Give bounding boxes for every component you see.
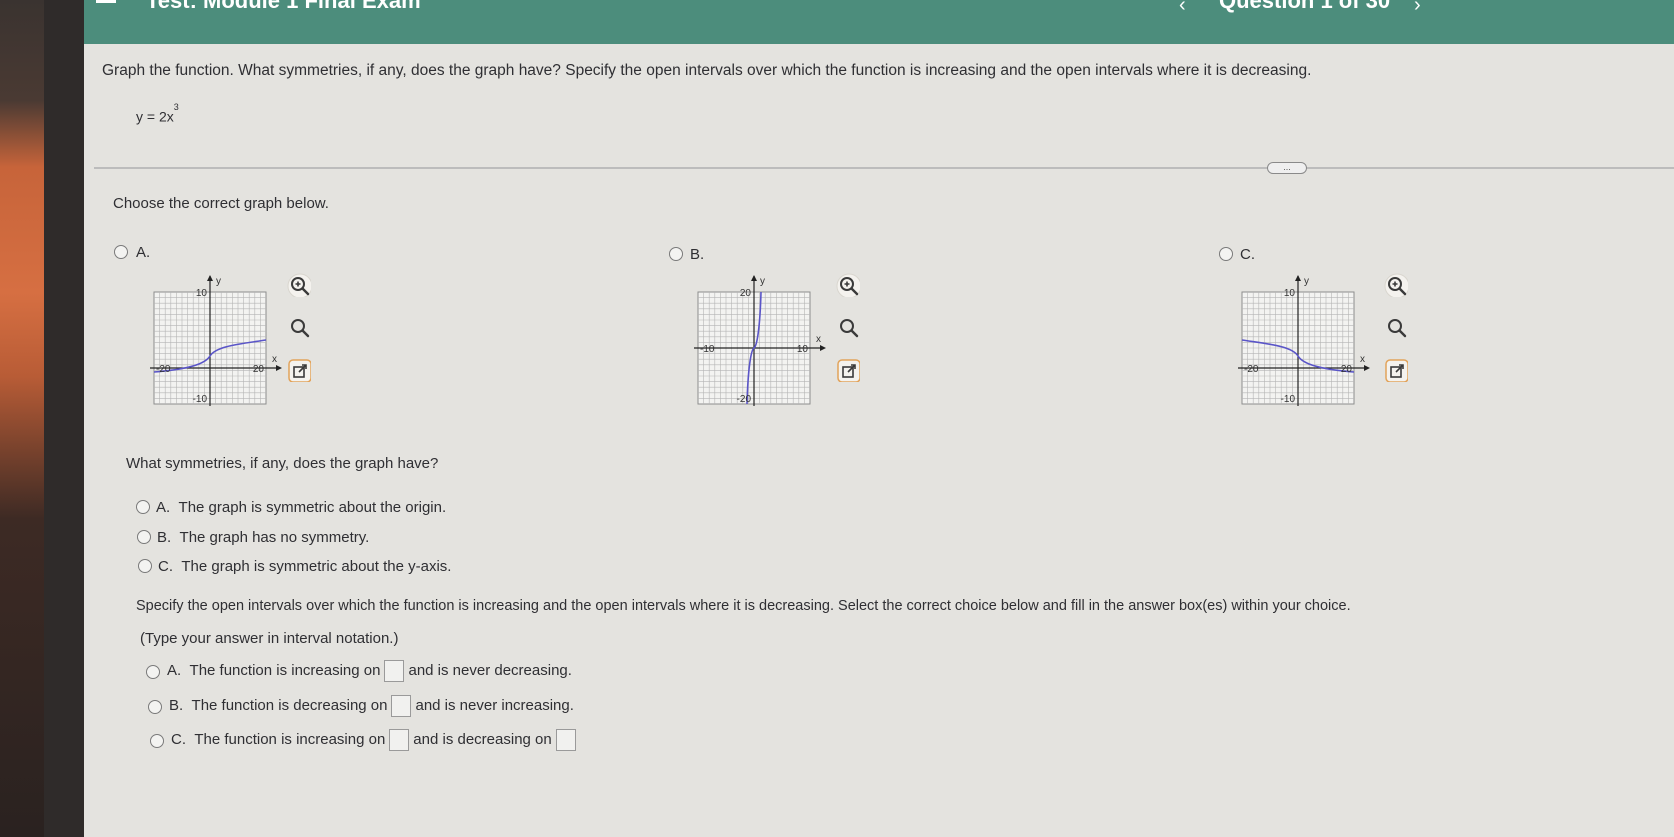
y-max-label: 20: [740, 288, 752, 299]
interval-option-b: B. The function is decreasing on and is n…: [169, 695, 574, 717]
interval-middle-c: and is decreasing on: [413, 730, 552, 748]
interval-letter-a: A.: [167, 661, 182, 679]
symmetry-text-a: The graph is symmetric about the origin.: [178, 499, 447, 516]
interval-letter-b: B.: [169, 696, 184, 714]
graph-option-label-a[interactable]: A.: [136, 244, 150, 261]
interval-radio-c[interactable]: [150, 734, 164, 748]
symmetry-radio-b[interactable]: [137, 530, 151, 544]
header-bar: Test: Module 1 Final Exam ‹ Question 1 o…: [84, 0, 1674, 44]
graph-a: 10 -10 -20 20 x y: [150, 275, 282, 406]
decreasing-answer-box-b[interactable]: [391, 695, 412, 717]
symmetry-letter-a: A.: [156, 499, 171, 516]
open-new-window-icon-b[interactable]: [836, 358, 860, 382]
section-divider: [94, 167, 1674, 169]
x-max-label: 20: [1341, 364, 1353, 375]
interval-radio-a[interactable]: [146, 665, 160, 679]
symmetry-question: What symmetries, if any, does the graph …: [126, 455, 439, 472]
graph-c: 10 -10 -20 20 x y: [1238, 275, 1370, 406]
graph-instruction: Choose the correct graph below.: [113, 195, 329, 212]
x-min-label: -10: [700, 344, 715, 355]
symmetry-letter-b: B.: [157, 529, 172, 546]
function-base: y = 2x: [136, 108, 174, 125]
y-min-label: -10: [1281, 394, 1296, 405]
interval-option-a: A. The function is increasing on and is n…: [167, 660, 572, 682]
interval-option-c: C. The function is increasing on and is d…: [171, 729, 580, 751]
x-axis-arrow: [1364, 365, 1370, 371]
menu-icon[interactable]: [96, 0, 116, 3]
symmetry-option-a[interactable]: A. The graph is symmetric about the orig…: [156, 499, 446, 516]
interval-text-c: The function is increasing on: [194, 730, 386, 748]
screen: Test: Module 1 Final Exam ‹ Question 1 o…: [84, 0, 1674, 837]
increasing-answer-box-c[interactable]: [389, 729, 410, 751]
interval-text-a: The function is increasing on: [189, 661, 381, 679]
next-question-icon[interactable]: ›: [1414, 0, 1421, 17]
monitor-bezel: [0, 0, 86, 837]
zoom-in-icon-a[interactable]: [287, 273, 311, 297]
interval-instruction: Specify the open intervals over which th…: [136, 598, 1351, 614]
graph-radio-b[interactable]: [669, 247, 683, 261]
symmetry-letter-c: C.: [158, 558, 173, 575]
y-min-label: -10: [193, 394, 208, 405]
zoom-out-icon-c[interactable]: [1384, 315, 1408, 339]
interval-after-a: and is never decreasing.: [408, 661, 572, 679]
x-axis-arrow: [276, 365, 282, 371]
graph-radio-c[interactable]: [1219, 247, 1233, 261]
symmetry-text-b: The graph has no symmetry.: [179, 529, 370, 546]
y-axis-label: y: [216, 276, 221, 287]
x-min-label: -20: [1244, 364, 1259, 375]
y-min-label: -20: [737, 394, 752, 405]
zoom-in-icon-c[interactable]: [1384, 273, 1408, 297]
divider-handle[interactable]: ...: [1267, 162, 1307, 174]
y-axis-arrow: [207, 275, 213, 281]
function-exponent: 3: [173, 102, 179, 112]
x-min-label: -20: [156, 364, 171, 375]
test-title: Test: Module 1 Final Exam: [146, 0, 421, 13]
x-max-label: 10: [797, 344, 809, 355]
graph-option-label-c[interactable]: C.: [1240, 246, 1255, 263]
symmetry-radio-c[interactable]: [138, 559, 152, 573]
interval-after-b: and is never increasing.: [415, 696, 574, 714]
increasing-answer-box-a[interactable]: [384, 660, 405, 682]
graph-option-label-b[interactable]: B.: [690, 246, 704, 263]
zoom-out-icon-b[interactable]: [836, 315, 860, 339]
symmetry-text-c: The graph is symmetric about the y-axis.: [181, 558, 452, 575]
x-max-label: 20: [253, 364, 265, 375]
x-axis-label: x: [1360, 354, 1365, 365]
x-axis-arrow: [820, 345, 826, 351]
graph-b: 20 -20 -10 10 x y: [694, 275, 826, 406]
x-axis-label: x: [816, 334, 821, 345]
y-max-label: 10: [1284, 288, 1296, 299]
decreasing-answer-box-c[interactable]: [555, 729, 576, 751]
y-max-label: 10: [196, 288, 208, 299]
y-axis-label: y: [760, 276, 765, 287]
y-axis-arrow: [1295, 275, 1301, 281]
graph-radio-a[interactable]: [114, 245, 128, 259]
interval-letter-c: C.: [171, 730, 186, 748]
function-equation: y = 2x3: [136, 102, 179, 125]
interval-radio-b[interactable]: [148, 700, 162, 714]
open-new-window-icon-c[interactable]: [1384, 358, 1408, 382]
symmetry-radio-a[interactable]: [136, 500, 150, 514]
previous-question-icon[interactable]: ‹: [1179, 0, 1186, 17]
question-number: Question 1 of 30: [1219, 0, 1391, 13]
zoom-out-icon-a[interactable]: [287, 315, 311, 339]
y-axis-arrow: [751, 275, 757, 281]
question-prompt: Graph the function. What symmetries, if …: [102, 62, 1312, 79]
zoom-in-icon-b[interactable]: [836, 273, 860, 297]
open-new-window-icon-a[interactable]: [287, 358, 311, 382]
bezel-inner: [44, 0, 86, 837]
symmetry-option-b[interactable]: B. The graph has no symmetry.: [157, 529, 369, 546]
symmetry-option-c[interactable]: C. The graph is symmetric about the y-ax…: [158, 558, 451, 575]
x-axis-label: x: [272, 354, 277, 365]
interval-text-b: The function is decreasing on: [191, 696, 388, 714]
y-axis-label: y: [1304, 276, 1309, 287]
interval-note: (Type your answer in interval notation.): [140, 630, 399, 647]
